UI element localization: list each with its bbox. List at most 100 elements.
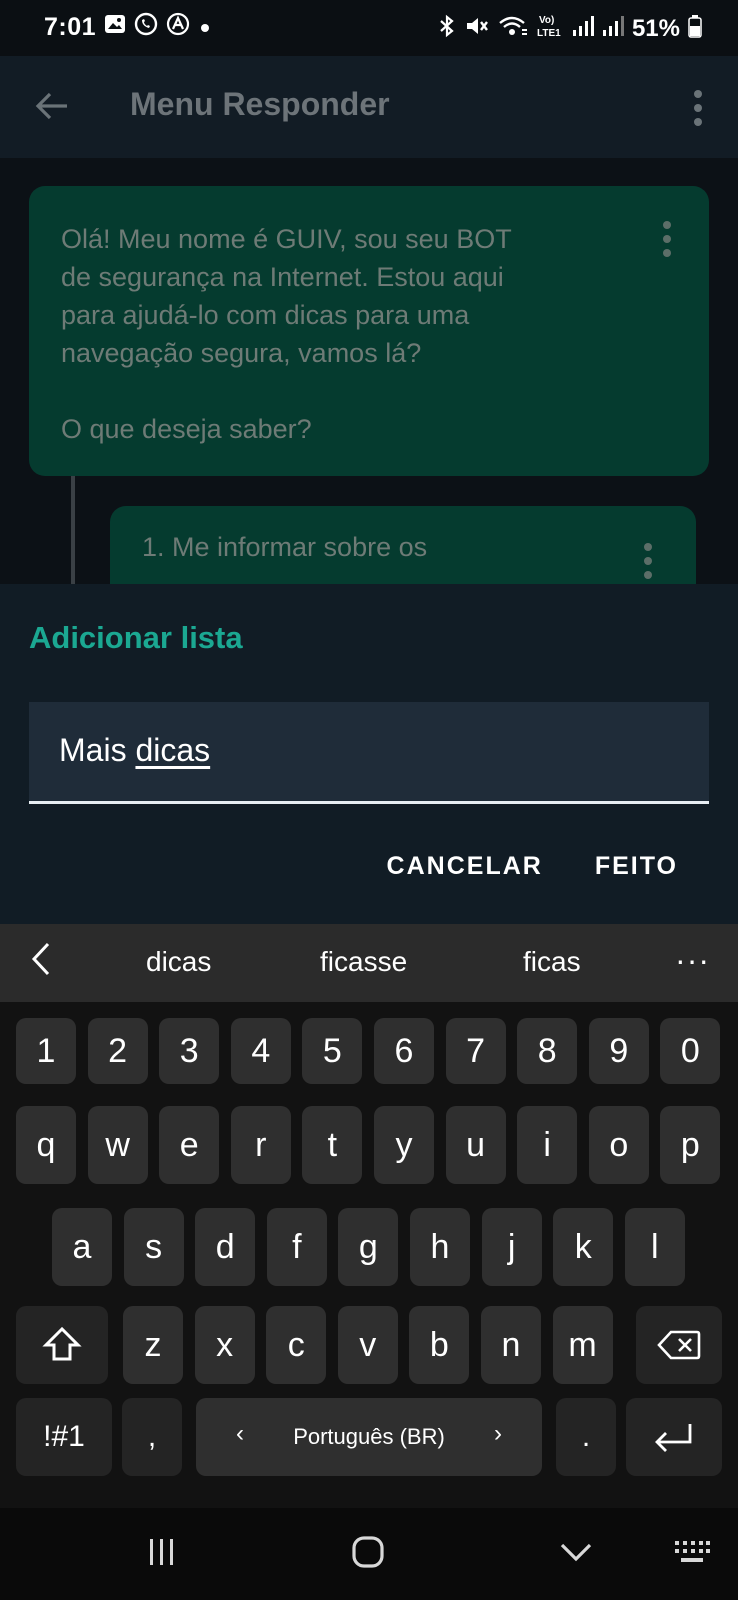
letter-key[interactable]: a [52,1208,112,1286]
letter-key[interactable]: n [481,1306,541,1384]
keyboard: !#1 , ‹ Português (BR) › . 1234567890 qwe… [0,1002,738,1508]
dot-icon [198,14,212,40]
number-key[interactable]: 5 [302,1018,363,1084]
battery-icon [688,14,702,44]
more-horiz-icon[interactable]: ··· [675,942,710,979]
letter-key[interactable]: w [87,1106,148,1184]
hide-keyboard-button[interactable] [536,1522,616,1582]
svg-text:LTE1: LTE1 [537,28,561,39]
letter-key[interactable]: f [266,1208,327,1286]
signal-icon [572,15,594,43]
suggestion-bar: dicas ficasse ficas ··· [0,924,738,1002]
suggestion-word[interactable]: ficas [523,946,581,978]
screen: 7:01 Vo) LTE1 51% Menu Responder Olá! Me… [0,0,738,1600]
shift-icon [42,1326,82,1361]
signal-icon-2 [602,15,624,43]
letter-key[interactable]: r [230,1106,291,1184]
number-key[interactable]: 0 [660,1018,721,1084]
number-key[interactable]: 6 [374,1018,434,1084]
letter-key[interactable]: j [481,1208,542,1286]
message-menu-button[interactable] [647,214,687,264]
chevron-down-icon [560,1543,592,1562]
navigation-bar [0,1508,738,1600]
list-name-input[interactable]: Mais dicas [29,702,709,804]
number-key[interactable]: 3 [159,1018,220,1084]
chevron-left-icon[interactable] [30,940,52,988]
space-label: Português (BR) [293,1424,445,1449]
period-key[interactable]: . [556,1398,616,1476]
letter-key[interactable]: x [194,1306,255,1384]
cancel-button[interactable]: CANCELAR [387,852,543,881]
message-bubble[interactable]: Olá! Meu nome é GUIV, sou seu BOT de seg… [29,186,709,476]
keyboard-icon [675,1541,710,1562]
letter-key[interactable]: d [195,1208,256,1286]
space-key[interactable]: ‹ Português (BR) › [196,1398,542,1476]
letter-key[interactable]: y [374,1106,434,1184]
more-vert-icon [644,543,652,579]
symbols-key[interactable]: !#1 [16,1398,112,1476]
svg-text:Vo): Vo) [539,15,554,26]
gallery-icon [104,14,126,40]
letter-key[interactable]: o [588,1106,649,1184]
letter-key[interactable]: t [302,1106,363,1184]
more-vert-icon [663,221,671,257]
backspace-icon [657,1330,701,1360]
letter-key[interactable]: v [337,1306,398,1384]
message-bubble-child[interactable]: 1. Me informar sobre os [110,506,696,584]
wifi-icon [498,14,528,44]
letter-key[interactable]: h [410,1208,470,1286]
home-icon [352,1536,384,1568]
bluetooth-icon [438,14,456,44]
letter-key[interactable]: g [338,1208,399,1286]
home-button[interactable] [328,1522,408,1582]
backspace-key[interactable] [636,1306,722,1384]
message-menu-button[interactable] [628,536,668,584]
suggestion-word[interactable]: dicas [146,946,211,978]
letter-key[interactable]: c [266,1306,327,1384]
letter-key[interactable]: i [517,1106,578,1184]
dialog-title: Adicionar lista [29,620,243,655]
input-value: Mais dicas [59,732,211,768]
comma-key[interactable]: , [122,1398,182,1476]
keyboard-switch-button[interactable] [652,1522,732,1582]
mute-icon [464,14,490,44]
number-key[interactable]: 2 [87,1018,148,1084]
letter-key[interactable]: u [445,1106,506,1184]
number-key[interactable]: 9 [588,1018,649,1084]
battery-level: 51% [631,15,680,42]
message-text: Olá! Meu nome é GUIV, sou seu BOT de seg… [61,224,512,444]
letter-key[interactable]: s [123,1208,184,1286]
more-vert-icon [694,90,702,126]
letter-key[interactable]: q [16,1106,76,1184]
letter-key[interactable]: m [552,1306,613,1384]
letter-key[interactable]: b [409,1306,470,1384]
status-time: 7:01 [44,12,97,41]
enter-key[interactable] [626,1398,722,1476]
add-list-dialog: Adicionar lista Mais dicas CANCELAR FEIT… [0,584,738,924]
number-key[interactable]: 8 [517,1018,578,1084]
letter-key[interactable]: e [159,1106,220,1184]
number-key[interactable]: 7 [445,1018,506,1084]
number-key[interactable]: 1 [16,1018,76,1084]
chevron-left-icon: ‹ [236,1420,244,1447]
number-key[interactable]: 4 [230,1018,291,1084]
page-title: Menu Responder [130,86,390,122]
letter-key[interactable]: k [553,1208,614,1286]
arrow-left-icon [35,92,67,120]
whatsapp-icon [134,12,158,42]
overflow-menu-button[interactable] [678,80,718,136]
composing-word: dicas [135,732,211,768]
back-button[interactable] [24,78,80,134]
chevron-right-icon: › [494,1420,502,1447]
done-button[interactable]: FEITO [595,852,678,881]
recents-button[interactable] [122,1522,202,1582]
chat-area: Olá! Meu nome é GUIV, sou seu BOT de seg… [0,158,738,584]
volte-icon: Vo) LTE1 [536,12,564,46]
letter-key[interactable]: p [660,1106,721,1184]
letter-key[interactable]: z [123,1306,183,1384]
tree-connector [71,476,75,584]
letter-key[interactable]: l [624,1208,685,1286]
suggestion-word[interactable]: ficasse [320,946,407,978]
status-bar: 7:01 Vo) LTE1 51% [0,0,738,56]
shift-key[interactable] [16,1306,108,1384]
